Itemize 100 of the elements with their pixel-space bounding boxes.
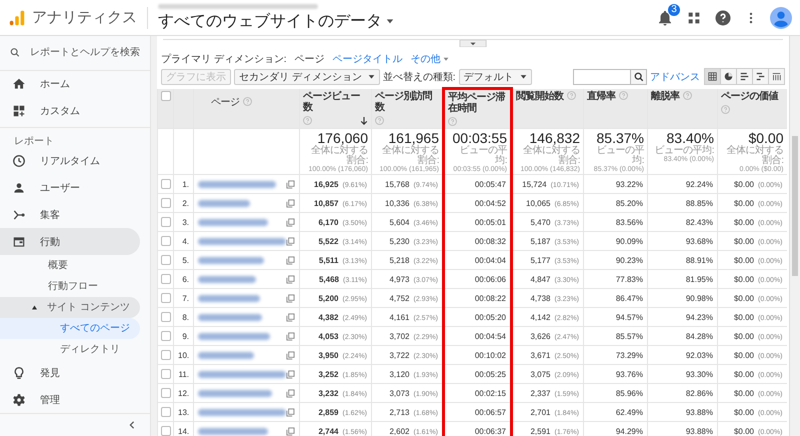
bar-view-icon	[740, 72, 749, 81]
row-checkbox[interactable]	[161, 293, 171, 304]
bar-view-button[interactable]	[736, 68, 753, 85]
table-cell: 00:05:20	[444, 308, 512, 327]
table-view-button[interactable]	[704, 68, 721, 85]
row-checkbox[interactable]	[161, 369, 171, 380]
clock-icon	[12, 154, 26, 168]
column-header[interactable]: 平均ページ滞在時間	[444, 88, 512, 128]
column-header[interactable]: ページの価値	[718, 88, 786, 128]
table-cell: 00:04:04	[444, 250, 512, 270]
row-number: 13.	[174, 402, 194, 422]
open-new-window-icon[interactable]	[286, 408, 295, 417]
home-icon	[12, 77, 26, 92]
row-number: 10.	[174, 346, 194, 365]
open-new-window-icon[interactable]	[286, 256, 295, 265]
chevron-left-icon[interactable]	[128, 421, 136, 430]
table-cell: 93.88%	[648, 422, 718, 436]
open-new-window-icon[interactable]	[286, 312, 295, 322]
table-cell: 73.29%	[584, 346, 648, 365]
table-cell: 00:10:02	[444, 346, 512, 365]
row-checkbox[interactable]	[161, 312, 171, 322]
help-icon	[682, 90, 692, 100]
row-number: 7.	[174, 288, 194, 308]
open-new-window-icon[interactable]	[286, 236, 295, 246]
row-checkbox[interactable]	[161, 426, 171, 436]
open-new-window-icon[interactable]	[286, 332, 295, 341]
table-cell: 94.29%	[584, 422, 648, 436]
help-icon[interactable]	[714, 8, 732, 26]
row-number: 2.	[174, 194, 194, 213]
dimension-option[interactable]: ページ	[294, 52, 325, 66]
column-header[interactable]: 閲覧開始数	[512, 88, 584, 128]
row-checkbox[interactable]	[161, 198, 171, 208]
row-checkbox[interactable]	[161, 217, 171, 228]
help-icon	[303, 116, 312, 124]
row-checkbox[interactable]	[161, 350, 171, 360]
row-checkbox[interactable]	[161, 331, 171, 342]
help-icon	[566, 90, 576, 100]
table-search-field[interactable]	[573, 68, 647, 84]
row-checkbox[interactable]	[161, 407, 171, 418]
apps-grid-icon[interactable]	[686, 10, 702, 26]
property-selector[interactable]: すべてのウェブサイトのデータ	[158, 10, 394, 32]
row-number: 14.	[174, 422, 194, 436]
row-checkbox[interactable]	[161, 236, 171, 246]
avatar-icon[interactable]	[770, 6, 792, 28]
open-new-window-icon[interactable]	[286, 294, 295, 303]
row-checkbox[interactable]	[161, 274, 171, 284]
blurred-page-path	[198, 352, 254, 359]
scrollbar[interactable]	[789, 36, 800, 436]
open-new-window-icon[interactable]	[286, 218, 295, 227]
column-header[interactable]: ページ	[194, 88, 300, 128]
open-new-window-icon[interactable]	[286, 180, 295, 189]
blurred-page-path	[198, 276, 256, 283]
row-checkbox[interactable]	[161, 179, 171, 190]
open-new-window-icon[interactable]	[286, 198, 295, 208]
nav-subitem[interactable]: 概要	[0, 254, 140, 276]
row-checkbox[interactable]	[161, 255, 171, 266]
dimension-option[interactable]: ページタイトル	[332, 52, 403, 66]
row-number: 5.	[174, 250, 194, 270]
help-icon	[618, 90, 628, 100]
column-header[interactable]: ページビュー数	[300, 88, 372, 128]
open-new-window-icon[interactable]	[286, 370, 295, 379]
column-header[interactable]: ページ別訪問数	[372, 88, 444, 128]
nav-item[interactable]: 管理	[0, 386, 140, 414]
open-new-window-icon[interactable]	[286, 350, 295, 360]
collapse-toggle-icon[interactable]	[458, 40, 488, 47]
table-view-icon	[708, 72, 717, 81]
sort-descending-icon	[360, 116, 368, 126]
table-cell: 00:08:22	[444, 288, 512, 308]
window-icon	[12, 234, 26, 249]
table-cell: 92.03%	[648, 346, 718, 365]
nav-subitem[interactable]: ディレクトリ	[0, 338, 140, 360]
comparison-view-button[interactable]	[752, 68, 769, 85]
dimension-option[interactable]: その他	[410, 52, 449, 66]
app-name: アナリティクス	[32, 8, 137, 27]
nav-subgroup[interactable]: サイト コンテンツ	[0, 296, 140, 318]
open-new-window-icon[interactable]	[286, 426, 295, 436]
nav-item[interactable]: ホーム	[0, 70, 140, 98]
nav-item[interactable]: ユーザー	[0, 174, 140, 202]
nav-subitem[interactable]: すべてのページ	[0, 318, 140, 339]
nav-item[interactable]: カスタム	[0, 98, 140, 125]
nav-item[interactable]: 集客	[0, 201, 140, 228]
nav-item[interactable]: リアルタイム	[0, 148, 140, 174]
column-header[interactable]: 離脱率	[648, 88, 718, 128]
search-icon	[634, 72, 644, 82]
nav-subitem[interactable]: 行動フロー	[0, 276, 140, 297]
column-header[interactable]: 直帰率	[584, 88, 648, 128]
pivot-view-button[interactable]	[768, 68, 785, 85]
pie-view-button[interactable]	[720, 68, 737, 85]
select-all-checkbox[interactable]	[161, 90, 171, 100]
table-cell: 00:05:47	[444, 174, 512, 194]
row-checkbox[interactable]	[161, 388, 171, 398]
advanced-link[interactable]: アドバンス	[650, 70, 700, 84]
primary-dimension-label: プライマリ ディメンション:	[161, 52, 287, 66]
nav-item[interactable]: 発見	[0, 359, 140, 386]
sort-type-dropdown[interactable]: デフォルト	[458, 68, 532, 84]
secondary-dimension-dropdown[interactable]: セカンダリ ディメンション	[234, 68, 380, 84]
open-new-window-icon[interactable]	[286, 274, 295, 284]
table-cell: 85.96%	[584, 384, 648, 403]
nav-item[interactable]: 行動	[0, 228, 140, 255]
open-new-window-icon[interactable]	[286, 388, 295, 398]
